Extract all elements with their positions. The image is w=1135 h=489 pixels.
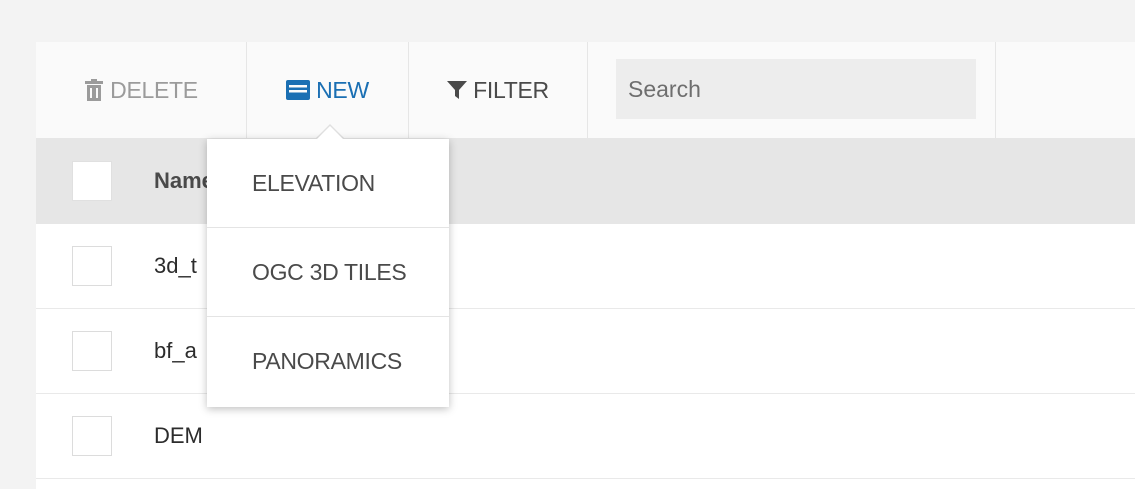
filter-button-label: FILTER: [473, 76, 549, 103]
new-button-label: NEW: [316, 76, 369, 103]
filter-button[interactable]: FILTER: [409, 42, 588, 138]
delete-button[interactable]: DELETE: [36, 42, 247, 138]
layers-table: Name 3d_t bf_a DEM: [36, 138, 1135, 479]
menu-item-elevation[interactable]: ELEVATION: [207, 139, 449, 228]
toolbar: DELETE NEW FILTER: [36, 42, 1135, 138]
new-dropdown-menu: ELEVATION OGC 3D TILES PANORAMICS: [207, 139, 449, 407]
trash-icon: [84, 79, 104, 101]
layer-icon: [286, 80, 311, 100]
search-container: [588, 42, 996, 138]
delete-button-label: DELETE: [110, 76, 198, 103]
dropdown-caret: [317, 126, 343, 139]
table-header: Name: [36, 138, 1135, 224]
row-name: bf_a: [154, 338, 197, 363]
menu-item-panoramics[interactable]: PANORAMICS: [207, 317, 449, 406]
name-column-header[interactable]: Name: [154, 168, 214, 194]
table-row[interactable]: DEM: [36, 394, 1135, 479]
select-all-checkbox[interactable]: [72, 161, 112, 201]
row-checkbox[interactable]: [72, 416, 112, 456]
row-name: DEM: [154, 423, 203, 448]
funnel-icon: [447, 80, 468, 100]
search-input[interactable]: [616, 59, 976, 119]
row-name: 3d_t: [154, 253, 197, 278]
row-checkbox[interactable]: [72, 331, 112, 371]
layers-panel: DELETE NEW FILTER Search Name 3d_t bf_a …: [36, 42, 1135, 489]
table-row[interactable]: bf_a: [36, 309, 1135, 394]
table-row[interactable]: 3d_t: [36, 224, 1135, 309]
menu-item-ogc-3d-tiles[interactable]: OGC 3D TILES: [207, 228, 449, 317]
row-checkbox[interactable]: [72, 246, 112, 286]
